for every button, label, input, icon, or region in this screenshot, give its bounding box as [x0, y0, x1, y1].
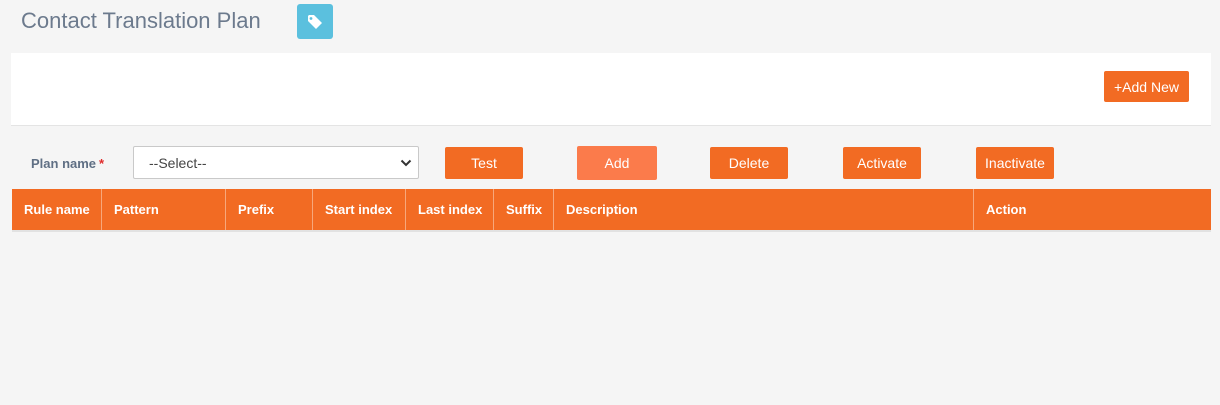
plan-name-select[interactable]: --Select-- [133, 146, 419, 179]
add-button[interactable]: Add [577, 146, 657, 180]
add-new-button[interactable]: +Add New [1104, 71, 1189, 102]
plan-name-label: Plan name * [31, 156, 104, 171]
tag-icon[interactable] [297, 4, 333, 39]
column-start-index[interactable]: Start index [313, 189, 406, 230]
rules-table-header: Rule name Pattern Prefix Start index Las… [12, 189, 1211, 232]
column-description[interactable]: Description [554, 189, 974, 230]
test-button[interactable]: Test [445, 147, 523, 179]
required-marker: * [99, 156, 105, 171]
toolbar-panel [11, 53, 1211, 126]
column-suffix[interactable]: Suffix [494, 189, 554, 230]
column-prefix[interactable]: Prefix [226, 189, 313, 230]
inactivate-button[interactable]: Inactivate [976, 147, 1054, 179]
plan-select-value: --Select-- [149, 154, 207, 171]
plan-name-label-text: Plan name [31, 156, 97, 171]
column-pattern[interactable]: Pattern [102, 189, 226, 230]
column-rule-name[interactable]: Rule name [12, 189, 102, 230]
page-title: Contact Translation Plan [21, 8, 261, 33]
chevron-down-icon [400, 159, 412, 167]
delete-button[interactable]: Delete [710, 147, 788, 179]
column-action[interactable]: Action [974, 189, 1211, 230]
activate-button[interactable]: Activate [843, 147, 921, 179]
column-last-index[interactable]: Last index [406, 189, 494, 230]
tag-icon-glyph [308, 14, 322, 29]
